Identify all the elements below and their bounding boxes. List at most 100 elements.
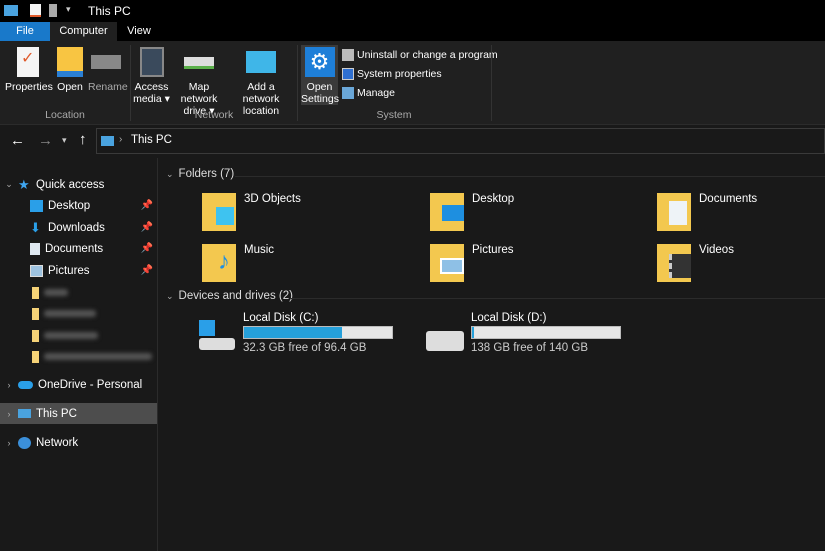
manage-button[interactable]: Manage — [342, 87, 395, 99]
3d-objects-folder-icon — [202, 193, 236, 231]
map-network-drive-button[interactable]: Map network drive ▾ — [170, 47, 228, 117]
ribbon: ✓ Properties Open Rename Location Access m… — [0, 41, 825, 125]
expand-chevron-icon[interactable]: ⌄ — [0, 179, 18, 190]
blurred-label — [44, 289, 68, 296]
drive-name: Local Disk (D:) — [471, 312, 547, 324]
folder-3d-objects[interactable]: 3D Objects — [202, 193, 301, 231]
uninstall-label: Uninstall or change a program — [357, 49, 498, 61]
properties-label: Properties — [5, 81, 53, 93]
open-settings-button[interactable]: ⚙ Open Settings — [301, 45, 339, 105]
folders-section-header[interactable]: ⌄ Folders (7) — [166, 168, 234, 180]
folder-icon — [32, 350, 39, 363]
nav-label: This PC — [36, 407, 77, 420]
desktop-folder-icon — [430, 193, 464, 231]
rename-icon — [91, 55, 121, 69]
pictures-folder-icon — [430, 244, 464, 282]
rename-button[interactable]: Rename — [88, 47, 128, 93]
divider — [290, 298, 825, 299]
add-location-label-1: Add a network — [242, 81, 280, 105]
window-title: This PC — [88, 4, 131, 18]
system-properties-icon — [342, 68, 354, 80]
tab-view[interactable]: View — [117, 22, 161, 41]
drive-usage-fill — [244, 327, 343, 338]
collapse-chevron-icon[interactable]: ⌄ — [166, 169, 174, 179]
breadcrumb-this-pc[interactable]: This PC — [131, 134, 172, 146]
nav-quick-access[interactable]: ⌄ ★ Quick access — [0, 174, 157, 195]
ribbon-tabs: File Computer View — [0, 22, 825, 41]
drive-d[interactable]: Local Disk (D:) 138 GB free of 140 GB — [471, 312, 621, 354]
folder-pictures[interactable]: Pictures — [430, 244, 514, 282]
new-folder-quick-icon[interactable] — [49, 4, 57, 17]
settings-gear-icon: ⚙ — [304, 47, 335, 77]
back-button[interactable]: ← — [10, 132, 25, 149]
rename-label: Rename — [88, 81, 128, 93]
forward-button[interactable]: → — [38, 132, 53, 149]
nav-onedrive[interactable]: › OneDrive - Personal — [0, 374, 157, 395]
this-pc-icon — [18, 409, 31, 418]
nav-label: Desktop — [48, 199, 91, 212]
nav-downloads[interactable]: ⬇ Downloads 📌 — [0, 217, 157, 238]
properties-quick-icon[interactable] — [30, 4, 41, 17]
nav-label: Quick access — [36, 178, 105, 191]
folders-header-label: Folders (7) — [178, 168, 235, 180]
nav-blurred-folder[interactable] — [0, 282, 157, 303]
access-media-label-1: Access — [134, 81, 169, 93]
videos-folder-icon — [657, 244, 691, 282]
address-bar[interactable]: › This PC — [96, 128, 825, 154]
nav-blurred-folder[interactable] — [0, 346, 157, 367]
expand-chevron-icon[interactable]: › — [0, 380, 18, 390]
nav-documents[interactable]: Documents 📌 — [0, 238, 157, 259]
recent-locations-button[interactable]: ▾ — [62, 135, 67, 146]
pictures-icon — [30, 264, 43, 277]
network-globe-icon — [18, 436, 31, 449]
nav-label: Pictures — [48, 264, 90, 277]
up-button[interactable]: ↑ — [79, 131, 87, 148]
drive-usage-bar — [471, 326, 621, 339]
folder-label: Pictures — [472, 244, 514, 256]
access-media-label-2: media ▾ — [133, 93, 170, 105]
access-media-button[interactable]: Access media ▾ — [133, 47, 170, 105]
pin-icon: 📌 — [140, 243, 153, 254]
folder-desktop[interactable]: Desktop — [430, 193, 514, 231]
tab-file[interactable]: File — [0, 22, 50, 41]
nav-blurred-folder[interactable] — [0, 325, 157, 346]
drive-usage-fill — [472, 327, 475, 338]
open-folder-icon — [57, 47, 83, 77]
drive-c[interactable]: Local Disk (C:) 32.3 GB free of 96.4 GB — [243, 312, 393, 354]
nav-label: Network — [36, 436, 79, 449]
system-properties-button[interactable]: System properties — [342, 68, 442, 80]
folder-documents[interactable]: Documents — [657, 193, 757, 231]
nav-this-pc[interactable]: › This PC — [0, 403, 157, 424]
pin-icon: 📌 — [140, 265, 153, 276]
open-button[interactable]: Open — [56, 47, 84, 93]
download-arrow-icon: ⬇ — [30, 219, 41, 235]
nav-pictures[interactable]: Pictures 📌 — [0, 260, 157, 281]
expand-chevron-icon[interactable]: › — [0, 409, 18, 419]
uninstall-program-button[interactable]: Uninstall or change a program — [342, 49, 498, 61]
open-settings-label-1: Open — [306, 81, 333, 93]
nav-label: Documents — [45, 242, 104, 255]
nav-network[interactable]: › Network — [0, 432, 157, 453]
expand-chevron-icon[interactable]: › — [0, 438, 18, 448]
breadcrumb-chevron-icon: › — [119, 134, 123, 145]
customize-toolbar-icon[interactable]: ▾ — [66, 4, 71, 15]
nav-blurred-folder[interactable] — [0, 303, 157, 324]
folder-music[interactable]: ♪ Music — [202, 244, 274, 282]
nav-desktop[interactable]: Desktop 📌 — [0, 195, 157, 216]
add-network-location-button[interactable]: Add a network location — [229, 47, 293, 117]
system-properties-label: System properties — [357, 68, 442, 80]
collapse-chevron-icon[interactable]: ⌄ — [166, 291, 174, 301]
this-pc-icon — [4, 5, 18, 16]
folder-label: Videos — [699, 244, 734, 256]
divider — [491, 45, 492, 121]
tab-computer[interactable]: Computer — [50, 22, 117, 41]
drives-section-header[interactable]: ⌄ Devices and drives (2) — [166, 290, 293, 302]
this-pc-icon — [101, 136, 114, 146]
drive-free-space: 138 GB free of 140 GB — [471, 342, 588, 354]
drive-icon — [426, 331, 464, 351]
folder-icon — [32, 329, 39, 342]
properties-button[interactable]: ✓ Properties — [5, 47, 53, 93]
map-drive-label-1: Map network — [180, 81, 218, 105]
folder-videos[interactable]: Videos — [657, 244, 734, 282]
drive-free-space: 32.3 GB free of 96.4 GB — [243, 342, 367, 354]
